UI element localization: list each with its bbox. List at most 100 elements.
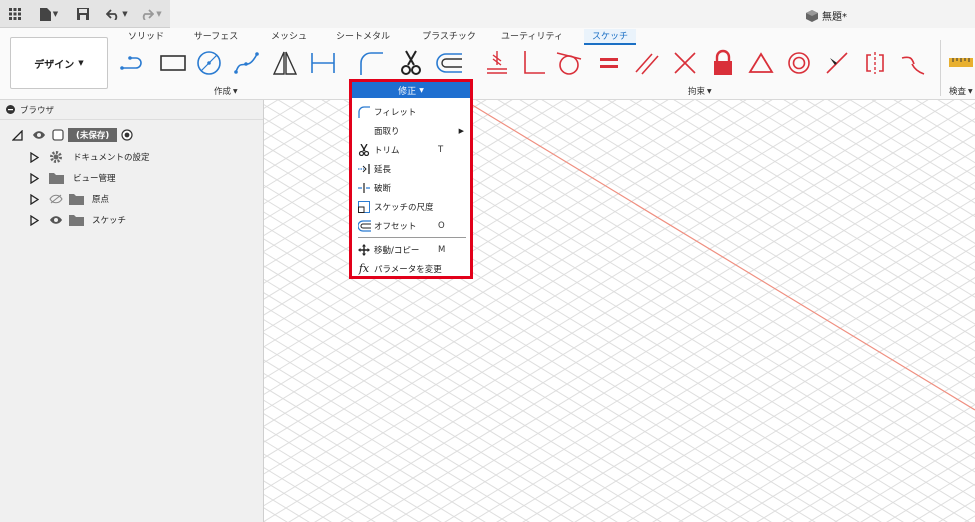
coincident-constraint-icon[interactable] — [482, 48, 512, 78]
symmetry-constraint-icon[interactable] — [860, 48, 890, 78]
ribbon-toolbar: ソリッド サーフェス メッシュ シートメタル プラスチック ユーティリティ スケ… — [0, 28, 975, 100]
redo-button[interactable]: ▼ — [138, 4, 164, 24]
group-inspect-label[interactable]: 検査 ▼ — [949, 85, 973, 97]
expand-triangle-icon[interactable] — [30, 172, 39, 184]
menu-item-fillet[interactable]: フィレット — [352, 102, 470, 121]
spline-icon[interactable] — [232, 48, 262, 78]
eye-icon[interactable] — [49, 215, 63, 225]
menu-item-extend[interactable]: 延長 — [352, 159, 470, 178]
tree-item-origin[interactable]: 原点 — [30, 189, 109, 209]
browser-panel: ブラウザ (未保存) ドキュメントの設定 ビュー管理 原点 スケッチ — [0, 100, 264, 522]
menu-item-shortcut: M — [438, 244, 446, 255]
root-component-label: (未保存) — [68, 128, 118, 142]
chevron-down-icon: ▼ — [419, 86, 424, 94]
app-grid-icon[interactable] — [6, 4, 24, 24]
tab-utility[interactable]: ユーティリティ — [498, 29, 566, 45]
eye-hidden-icon[interactable] — [49, 194, 63, 204]
file-icon — [39, 7, 51, 21]
tab-solid[interactable]: ソリッド — [122, 29, 170, 45]
undo-button[interactable]: ▼ — [104, 4, 130, 24]
menu-item-label: 面取り — [374, 126, 400, 137]
tree-item-document-settings[interactable]: ドキュメントの設定 — [30, 147, 150, 167]
mirror-icon[interactable] — [270, 48, 300, 78]
sketch-scale-icon — [358, 200, 370, 213]
top-bar: ▼ ▼ ▼ 無題* — [0, 0, 975, 28]
tab-surface[interactable]: サーフェス — [188, 29, 244, 45]
tree-item-sketches[interactable]: スケッチ — [30, 210, 126, 230]
move-arrows-icon — [358, 243, 370, 256]
menu-item-label: スケッチの尺度 — [374, 202, 434, 213]
circle-icon[interactable] — [194, 48, 224, 78]
folder-icon — [69, 215, 84, 226]
menu-item-label: トリム — [374, 145, 400, 156]
browser-title: ブラウザ — [20, 105, 55, 116]
parallel-constraint-icon[interactable] — [632, 48, 662, 78]
group-constraint-label[interactable]: 拘束 ▼ — [688, 85, 712, 97]
measure-ruler-icon[interactable] — [946, 48, 975, 78]
group-create-label[interactable]: 作成 ▼ — [214, 85, 238, 97]
menu-item-offset[interactable]: オフセット O — [352, 216, 470, 235]
tab-sheet-metal[interactable]: シートメタル — [332, 29, 394, 45]
browser-header[interactable]: ブラウザ — [0, 100, 263, 120]
offset-tool-icon[interactable] — [434, 48, 464, 78]
undo-icon — [106, 8, 118, 20]
tab-mesh[interactable]: メッシュ — [266, 29, 312, 45]
modify-menu-title: 修正 — [398, 86, 417, 97]
tab-plastic[interactable]: プラスチック — [418, 29, 480, 45]
workspace-selector[interactable]: デザイン ▼ — [10, 37, 108, 89]
fillet-icon — [358, 105, 370, 118]
menu-item-change-parameters[interactable]: fx パラメータを変更 — [352, 259, 470, 278]
menu-item-label: 延長 — [374, 164, 392, 175]
fillet-tool-icon[interactable] — [356, 48, 386, 78]
quick-access-toolbar: ▼ ▼ ▼ — [0, 0, 170, 28]
fusion-app: ▼ ▼ ▼ 無題* ソリッド サーフェス メッシュ シートメタル プラスチック … — [0, 0, 975, 522]
dimension-icon[interactable] — [308, 48, 338, 78]
centerline-slot-icon[interactable] — [120, 48, 150, 78]
tangent-constraint-icon[interactable] — [554, 48, 584, 78]
expand-triangle-icon[interactable] — [30, 214, 39, 226]
menu-item-shortcut: T — [438, 144, 444, 155]
fix-lock-icon[interactable] — [708, 48, 738, 78]
menu-item-sketch-scale[interactable]: スケッチの尺度 — [352, 197, 470, 216]
component-icon — [52, 129, 64, 141]
menu-item-move-copy[interactable]: 移動/コピー M — [352, 240, 470, 259]
save-button[interactable] — [74, 4, 92, 24]
folder-icon — [49, 173, 64, 184]
menu-item-break[interactable]: 破断 — [352, 178, 470, 197]
function-fx-icon: fx — [358, 262, 370, 275]
ribbon-divider — [940, 40, 941, 96]
perpendicular-constraint-icon[interactable] — [518, 48, 548, 78]
collapse-icon[interactable] — [6, 105, 15, 114]
menu-item-label: 移動/コピー — [374, 245, 420, 256]
expand-triangle-icon[interactable] — [30, 151, 39, 163]
offset-icon — [357, 219, 371, 232]
modify-menu-header[interactable]: 修正 ▼ — [352, 82, 470, 98]
menu-separator — [358, 237, 466, 238]
submenu-arrow-icon: ▶ — [458, 126, 464, 135]
cube-icon — [806, 9, 818, 22]
concentric-constraint-icon[interactable] — [784, 48, 814, 78]
scissors-icon — [358, 143, 370, 156]
curvature-constraint-icon[interactable] — [898, 48, 928, 78]
tree-item-label: 原点 — [92, 195, 110, 205]
document-title: 無題* — [822, 12, 847, 23]
triangle-constraint-icon[interactable] — [746, 48, 776, 78]
menu-item-chamfer[interactable]: 面取り ▶ — [352, 121, 470, 140]
trim-scissors-icon[interactable] — [396, 48, 426, 78]
tree-item-view-management[interactable]: ビュー管理 — [30, 168, 116, 188]
perpendicular-cross-icon[interactable] — [670, 48, 700, 78]
document-tab[interactable]: 無題* — [806, 8, 847, 23]
equal-constraint-icon[interactable] — [594, 48, 624, 78]
expanded-triangle-icon[interactable] — [12, 129, 23, 141]
workspace-label: デザイン — [34, 59, 75, 71]
eye-icon[interactable] — [32, 130, 46, 140]
tab-sketch[interactable]: スケッチ — [584, 29, 636, 45]
menu-item-trim[interactable]: トリム T — [352, 140, 470, 159]
activate-radio-icon[interactable] — [121, 129, 133, 141]
rectangle-icon[interactable] — [158, 48, 188, 78]
file-menu-button[interactable]: ▼ — [36, 4, 62, 24]
tree-root[interactable]: (未保存) — [12, 125, 133, 145]
expand-triangle-icon[interactable] — [30, 193, 39, 205]
chevron-down-icon: ▼ — [78, 59, 84, 67]
midpoint-constraint-icon[interactable] — [822, 48, 852, 78]
